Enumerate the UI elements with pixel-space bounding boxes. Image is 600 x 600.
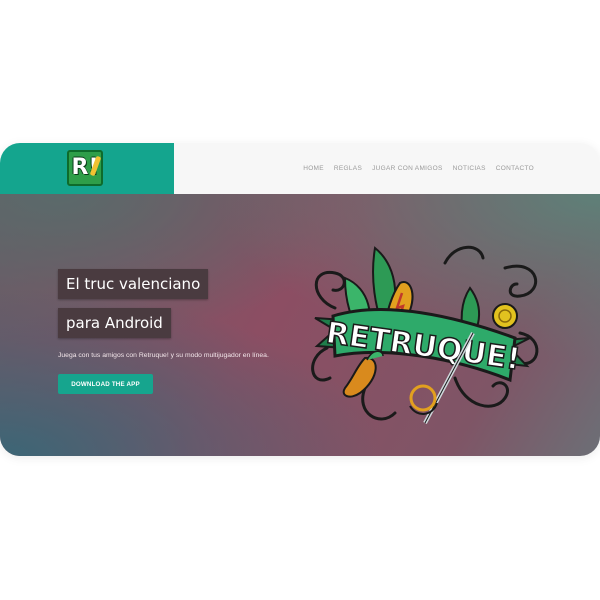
menu-contacto[interactable]: CONTACTO <box>496 165 534 172</box>
headline-line-1: El truc valenciano <box>58 269 209 299</box>
coin-icon <box>492 303 518 329</box>
menu-reglas[interactable]: REGLAS <box>334 165 362 172</box>
hero-subtitle: Juega con tus amigos con Retruque! y su … <box>58 352 269 359</box>
download-app-button[interactable]: DOWNLOAD THE APP <box>58 374 153 394</box>
menu-home[interactable]: HOME <box>303 165 324 172</box>
retruque-logo-illustration: RETRUQUE! <box>311 245 539 424</box>
menu-jugar-con-amigos[interactable]: JUGAR CON AMIGOS <box>372 165 443 172</box>
main-menu: HOME REGLAS JUGAR CON AMIGOS NOTICIAS CO… <box>303 165 534 172</box>
menu-noticias[interactable]: NOTICIAS <box>453 165 486 172</box>
pepper-icon <box>342 350 384 398</box>
hero-section: El truc valenciano para Android Juega co… <box>0 194 600 456</box>
headline-line-2: para Android <box>58 308 171 338</box>
navbar: R! HOME REGLAS JUGAR CON AMIGOS NOTICIAS… <box>0 143 600 195</box>
logo-r-icon[interactable]: R! <box>67 150 103 186</box>
logo-area: R! <box>0 143 174 194</box>
browser-frame: R! HOME REGLAS JUGAR CON AMIGOS NOTICIAS… <box>0 143 600 456</box>
